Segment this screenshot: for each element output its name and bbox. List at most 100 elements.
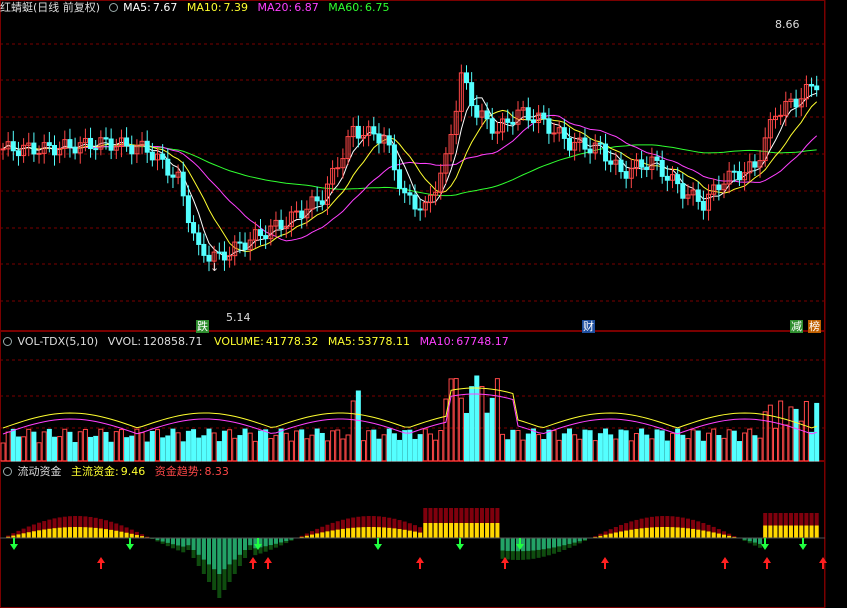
settings-circle-icon[interactable] bbox=[3, 337, 12, 346]
volume-bar bbox=[31, 431, 37, 462]
candle-body bbox=[402, 187, 408, 194]
candle-body bbox=[659, 159, 665, 177]
volume-bar bbox=[345, 434, 351, 462]
sell-signal-arrow-icon bbox=[799, 538, 807, 550]
volume-bar bbox=[664, 440, 670, 462]
fund-outflow-trend bbox=[186, 538, 191, 550]
volume-value: 41778.32 bbox=[265, 335, 319, 348]
candle-body bbox=[103, 137, 109, 140]
fund-outflow-trend bbox=[510, 538, 515, 560]
volume-bar bbox=[191, 429, 197, 462]
stock-chart-canvas[interactable] bbox=[0, 0, 847, 608]
fund-inflow-bar bbox=[619, 531, 623, 538]
fund-inflow-bar bbox=[655, 527, 660, 538]
fund-outflow-trend bbox=[577, 538, 582, 544]
fund-inflow-bar bbox=[799, 525, 804, 538]
candle-body bbox=[149, 151, 155, 161]
fund-outflow-trend bbox=[536, 538, 541, 558]
ma5-label: MA5: bbox=[123, 1, 151, 14]
volume-bar bbox=[36, 442, 42, 462]
candle-body bbox=[93, 148, 99, 151]
ma10-value: 7.39 bbox=[223, 1, 249, 14]
fund-inflow-bar bbox=[21, 533, 26, 538]
volume-panel-header: VOL-TDX(5,10) VVOL: 120858.71 VOLUME: 4177… bbox=[0, 334, 511, 350]
volume-bar bbox=[175, 432, 181, 462]
fund-outflow-trend bbox=[227, 538, 232, 582]
vol-ma5-label: MA5: bbox=[327, 335, 356, 348]
fund-inflow-bar bbox=[454, 523, 459, 538]
fund-inflow-bar bbox=[675, 527, 680, 538]
candle-body bbox=[546, 118, 552, 134]
candle-body bbox=[319, 200, 325, 205]
volume-bar bbox=[278, 428, 284, 462]
fund-inflow-bar bbox=[438, 523, 443, 538]
fund-inflow-bar bbox=[356, 527, 361, 538]
event-marker-finance[interactable]: 财 bbox=[582, 320, 595, 333]
fund-inflow-bar bbox=[773, 525, 778, 538]
low-price-label: 5.14 bbox=[226, 311, 251, 324]
volume-bar bbox=[603, 428, 609, 462]
volume-bar bbox=[57, 436, 63, 462]
volume-bar bbox=[180, 441, 186, 462]
event-marker-list[interactable]: 榜 bbox=[808, 320, 821, 333]
fund-inflow-bar bbox=[490, 523, 495, 538]
volume-bar bbox=[412, 438, 418, 462]
price-panel-header: 红蜻蜓(日线 前复权) MA5: 7.67 MA10: 7.39 MA20: 6.87… bbox=[0, 0, 391, 16]
volume-bar bbox=[809, 431, 815, 462]
volume-bar bbox=[793, 408, 799, 462]
volume-bar bbox=[458, 397, 464, 462]
settings-circle-icon[interactable] bbox=[3, 467, 12, 476]
fund-inflow-bar bbox=[407, 530, 412, 538]
volume-bar bbox=[587, 430, 593, 462]
candle-body bbox=[695, 189, 701, 202]
fund-inflow-bar bbox=[325, 531, 330, 538]
fund-inflow-bar bbox=[716, 533, 721, 538]
low-pointer-mark: ↓ bbox=[210, 261, 220, 274]
event-marker-drop[interactable]: 跌 bbox=[196, 320, 209, 333]
candle-body bbox=[36, 152, 42, 155]
fund-outflow-trend bbox=[557, 538, 562, 552]
fund-inflow-bar bbox=[31, 531, 36, 538]
volume-bar bbox=[700, 440, 706, 462]
volume-bar bbox=[690, 429, 696, 462]
ma20-value: 6.87 bbox=[294, 1, 319, 14]
volume-bar bbox=[742, 432, 748, 462]
candle-body bbox=[644, 166, 650, 171]
volume-label: VOLUME: bbox=[214, 335, 264, 348]
volume-bar bbox=[211, 432, 217, 462]
volume-bar bbox=[510, 429, 516, 462]
sell-signal-arrow-icon bbox=[456, 538, 464, 550]
ma10-line bbox=[2, 101, 818, 253]
fund-outflow-trend bbox=[176, 538, 181, 551]
volume-bar bbox=[227, 429, 233, 462]
settings-circle-icon[interactable] bbox=[108, 3, 118, 12]
fund-inflow-bar bbox=[701, 530, 706, 538]
fund-outflow-trend bbox=[284, 538, 289, 544]
fund-inflow-bar bbox=[98, 528, 103, 538]
fund-outflow-trend bbox=[155, 538, 160, 542]
fund-inflow-bar bbox=[340, 528, 345, 538]
event-marker-reduce[interactable]: 减 bbox=[790, 320, 803, 333]
volume-bar bbox=[613, 438, 619, 462]
volume-bar bbox=[0, 442, 6, 462]
candle-body bbox=[46, 142, 52, 147]
candle-body bbox=[391, 144, 397, 171]
volume-bar bbox=[464, 412, 469, 462]
volume-bar bbox=[15, 436, 21, 462]
buy-signal-arrow-icon bbox=[721, 557, 729, 569]
volume-bar bbox=[680, 434, 686, 462]
volume-bar bbox=[371, 429, 377, 462]
fund-outflow-trend bbox=[237, 538, 242, 566]
volume-bar bbox=[484, 412, 490, 462]
candle-body bbox=[567, 137, 572, 151]
candle-body bbox=[237, 241, 243, 244]
sell-signal-arrow-icon bbox=[126, 538, 134, 550]
fund-inflow-bar bbox=[804, 525, 809, 538]
fund-outflow-trend bbox=[191, 538, 196, 558]
fund-outflow-trend bbox=[531, 538, 536, 559]
volume-bar bbox=[597, 433, 603, 462]
volume-bar bbox=[294, 430, 300, 462]
volume-bar bbox=[237, 435, 243, 462]
candle-body bbox=[278, 219, 284, 230]
volume-bar bbox=[494, 378, 500, 462]
